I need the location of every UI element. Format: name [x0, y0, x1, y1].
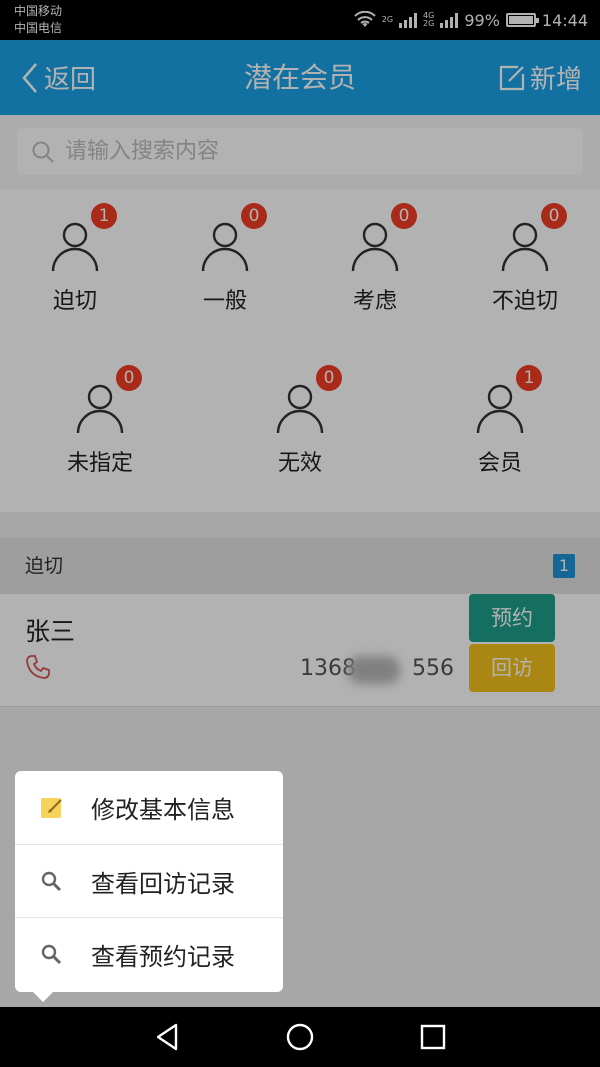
system-nav-bar [0, 1007, 600, 1067]
recents-square-icon[interactable] [413, 1017, 453, 1057]
magnifier-icon [41, 944, 62, 965]
menu-item-appointment-records[interactable]: 查看预约记录 [15, 917, 283, 990]
menu-item-label: 查看预约记录 [91, 942, 235, 971]
context-menu: 修改基本信息 查看回访记录 查看预约记录 [15, 771, 283, 1002]
edit-note-icon [41, 798, 62, 818]
back-triangle-icon[interactable] [148, 1017, 188, 1057]
home-circle-icon[interactable] [280, 1017, 320, 1057]
menu-item-label: 查看回访记录 [91, 869, 235, 898]
menu-item-edit-info[interactable]: 修改基本信息 [15, 771, 283, 844]
menu-item-revisit-records[interactable]: 查看回访记录 [15, 844, 283, 917]
magnifier-icon [41, 871, 62, 892]
menu-item-label: 修改基本信息 [91, 796, 235, 824]
